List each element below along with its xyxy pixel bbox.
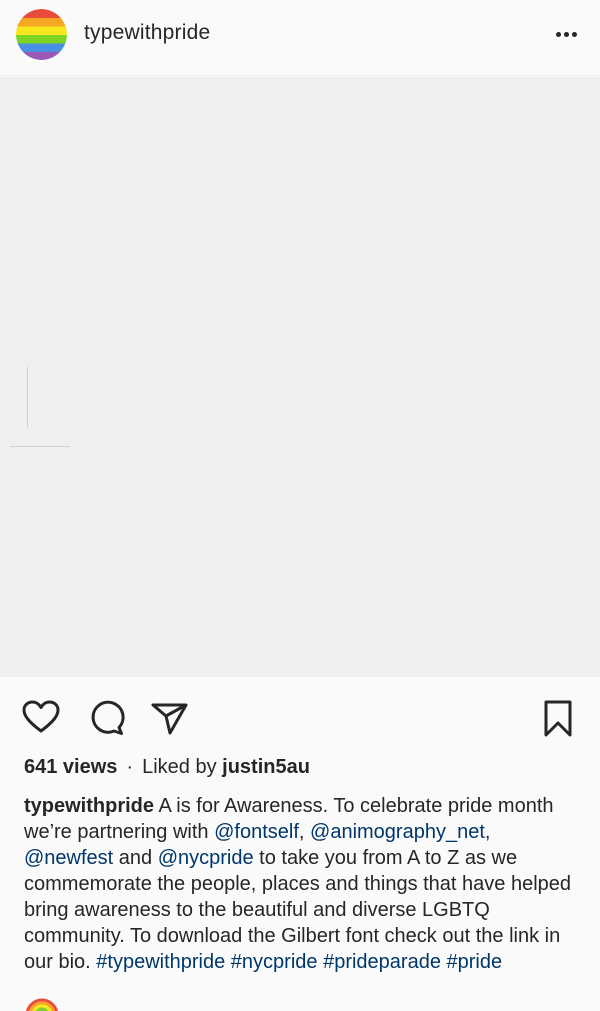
hashtag-typewithpride[interactable]: #typewithpride: [96, 951, 225, 973]
hashtag-pride[interactable]: #pride: [447, 951, 503, 973]
mention-newfest[interactable]: @newfest: [24, 847, 113, 869]
more-dot: [571, 31, 577, 37]
stats-separator: ·: [126, 756, 134, 778]
more-options-icon[interactable]: [552, 22, 580, 46]
more-dot: [555, 31, 561, 37]
caption-text: ,: [298, 821, 311, 843]
post-actions: [0, 690, 600, 744]
media-horizontal-line: [10, 446, 70, 447]
post-media[interactable]: [0, 77, 600, 677]
media-vertical-line: [27, 367, 28, 427]
caption-text: and: [113, 847, 158, 869]
comment-icon[interactable]: [86, 698, 126, 738]
heart-icon[interactable]: [21, 698, 61, 738]
more-dot: [563, 31, 569, 37]
post-caption: typewithpride A is for Awareness. To cel…: [24, 793, 584, 975]
mention-animography-net[interactable]: @animography_net: [310, 821, 485, 843]
hashtag-nycpride[interactable]: #nycpride: [231, 951, 318, 973]
views-count[interactable]: 641 views: [24, 756, 117, 778]
caption-username[interactable]: typewithpride: [24, 795, 154, 817]
liked-by-label: Liked by: [142, 756, 217, 778]
rainbow-emoji: [26, 998, 58, 1011]
post-header: typewithpride: [0, 0, 600, 76]
mention-nycpride[interactable]: @nycpride: [158, 847, 254, 869]
paper-plane-icon[interactable]: [150, 698, 190, 738]
post-username[interactable]: typewithpride: [84, 21, 210, 45]
post-stats: 641 views · Liked by justin5au: [24, 756, 310, 779]
mention-fontself[interactable]: @fontself: [214, 821, 299, 843]
liked-by-user[interactable]: justin5au: [222, 756, 310, 778]
hashtag-prideparade[interactable]: #prideparade: [323, 951, 441, 973]
avatar[interactable]: [16, 9, 67, 60]
bookmark-icon[interactable]: [538, 698, 578, 738]
caption-text: ,: [484, 821, 491, 843]
